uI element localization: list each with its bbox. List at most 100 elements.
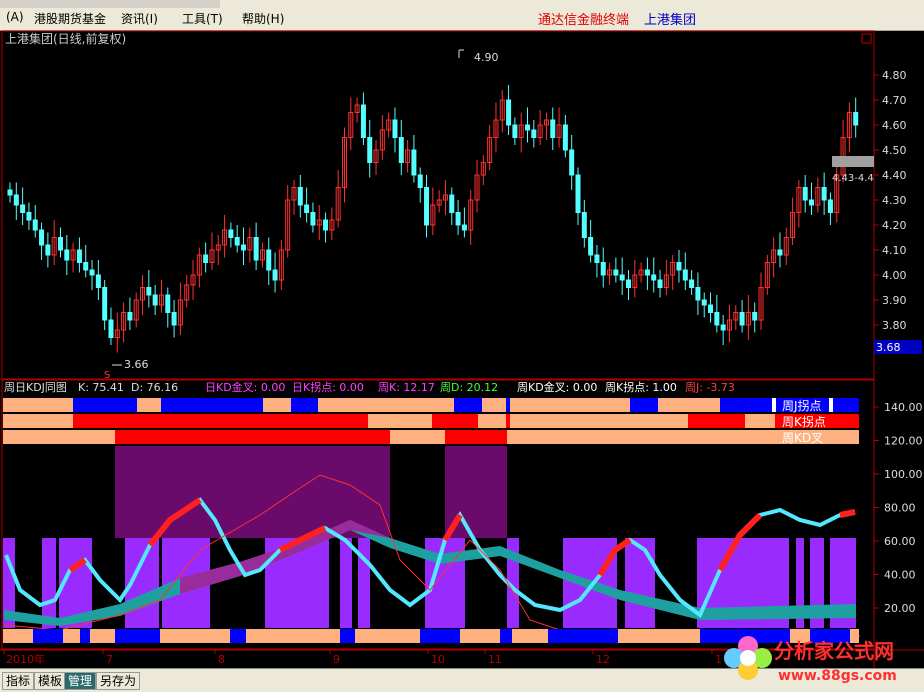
candle-body xyxy=(102,287,108,321)
candle-body xyxy=(152,294,158,306)
candle-body xyxy=(455,212,461,226)
manage-button[interactable]: 管理 xyxy=(64,672,97,690)
price-tick-label: 4.70 xyxy=(882,94,907,107)
week-j-turn-bar xyxy=(3,398,859,412)
candle-body xyxy=(398,137,404,163)
indicator-axis-ticks: 140.00 120.00 100.00 80.00 60.00 40.00 20.00 xyxy=(874,401,923,615)
window-tab-strip[interactable] xyxy=(0,0,220,8)
candle-body xyxy=(95,274,101,288)
candle-body xyxy=(657,279,663,288)
indicator-tick-label: 120.00 xyxy=(884,435,923,448)
price-tick-label: 4.20 xyxy=(882,219,907,232)
candle-body xyxy=(392,119,398,138)
candle-body xyxy=(310,212,316,226)
candle-body xyxy=(619,274,625,281)
menu-item-tools[interactable]: 工具(T) xyxy=(182,10,223,27)
candle-body xyxy=(39,229,45,246)
candle-body xyxy=(108,319,114,338)
candle-body xyxy=(241,244,247,251)
price-tick-label: 4.00 xyxy=(882,269,907,282)
candle-body xyxy=(165,294,171,313)
indicator-week-k-turn: 周K拐点: 1.00 xyxy=(605,380,677,394)
candle-body xyxy=(297,187,303,206)
menu-item-help[interactable]: 帮助(H) xyxy=(242,10,284,27)
indicator-tick-label: 140.00 xyxy=(884,401,923,414)
indicator-k: K: 75.41 xyxy=(78,381,124,394)
menu-item-a[interactable]: (A) xyxy=(6,10,24,24)
app-title: 通达信金融终端 xyxy=(538,13,630,28)
indicator-button[interactable]: 指标 xyxy=(2,672,35,690)
low-label: 3.66 xyxy=(124,358,149,371)
candle-body xyxy=(588,237,594,256)
candle-body xyxy=(550,119,556,138)
price-axis-ticks: 4.80 4.70 4.60 4.50 4.40 4.30 4.20 4.10 4.00 3.90… xyxy=(874,69,907,332)
high-annotation: 4.90 xyxy=(458,49,499,64)
candle-body xyxy=(228,229,234,238)
candle-body xyxy=(708,304,714,313)
candle-body xyxy=(76,249,82,263)
candle-body xyxy=(821,187,827,201)
time-label: 2010年 xyxy=(6,652,45,666)
candle-body xyxy=(695,287,701,301)
candle-body xyxy=(827,199,833,213)
stock-name-header: 上港集团 xyxy=(644,13,697,28)
time-label: 9 xyxy=(333,653,340,666)
menu-item-news[interactable]: 资讯(I) xyxy=(121,10,158,27)
candle-body xyxy=(644,269,650,276)
watermark-url: www.88gs.com xyxy=(778,668,897,684)
candle-body xyxy=(449,194,455,213)
candle-body xyxy=(531,129,537,138)
indicator-tick-label: 40.00 xyxy=(884,569,916,582)
week-kd-cross-bar xyxy=(3,430,859,444)
indicator-week-cross: 周KD金叉: 0.00 xyxy=(517,380,597,394)
menu-bar: (A) 港股期货基金 资讯(I) 工具(T) 帮助(H) 通达信金融终端 上港集… xyxy=(0,0,924,31)
time-label: 7 xyxy=(106,653,113,666)
candle-body xyxy=(625,279,631,288)
candle-body xyxy=(777,249,783,256)
candle-body xyxy=(461,224,467,231)
price-tick-label: 3.90 xyxy=(882,294,907,307)
price-tick-label: 4.80 xyxy=(882,69,907,82)
candle-body xyxy=(32,219,38,231)
price-tick-label: 3.80 xyxy=(882,319,907,332)
chart-area: 上港集团(日线,前复权) 4.80 4.70 4.60 4.50 4.40 4.30 4.2… xyxy=(0,30,924,668)
indicator-week-j: 周J: -3.73 xyxy=(685,381,735,394)
watermark-logo: 分析家公式网 www.88gs.com xyxy=(724,636,897,684)
candle-body xyxy=(581,212,587,238)
candle-body xyxy=(26,212,32,221)
time-axis-labels: 2010年 7 8 9 10 11 12 1 xyxy=(3,650,722,666)
menu-item-hk-futures[interactable]: 港股期货基金 xyxy=(34,10,106,27)
indicator-tick-label: 100.00 xyxy=(884,468,923,481)
candle-body xyxy=(323,219,329,231)
candle-body xyxy=(57,237,63,251)
maximize-icon[interactable] xyxy=(861,33,872,44)
candle-body xyxy=(701,299,707,306)
price-chart-title: 上港集团(日线,前复权) xyxy=(5,31,126,46)
candle-body xyxy=(714,312,720,326)
time-label: 8 xyxy=(218,653,225,666)
candle-body xyxy=(83,262,89,271)
candle-body xyxy=(720,324,726,331)
high-label: 4.90 xyxy=(474,51,499,64)
template-button[interactable]: 模板 xyxy=(34,672,67,690)
indicator-week-k: 周K: 12.17 xyxy=(378,381,435,394)
current-price-label: 3.68 xyxy=(876,341,901,354)
candle-body xyxy=(203,254,209,263)
range-label: 4.43-4.4 xyxy=(832,173,874,184)
candle-body xyxy=(809,199,815,206)
save-as-button[interactable]: 另存为 xyxy=(96,672,141,690)
indicator-tick-label: 60.00 xyxy=(884,535,916,548)
candle-body xyxy=(562,124,568,151)
candle-body xyxy=(127,312,133,321)
indicator-day-k-turn: 日K拐点: 0.00 xyxy=(292,380,364,394)
indicator-name[interactable]: 周日KDJ同图 xyxy=(4,381,67,394)
watermark-text: 分析家公式网 xyxy=(774,639,894,663)
candle-body xyxy=(367,137,373,163)
time-label: 11 xyxy=(488,653,502,666)
candle-body xyxy=(575,174,581,213)
flower-logo-icon xyxy=(724,636,772,680)
time-label: 12 xyxy=(596,653,610,666)
candle-body xyxy=(682,269,688,281)
candle-body xyxy=(613,269,619,276)
time-label: 10 xyxy=(431,653,445,666)
